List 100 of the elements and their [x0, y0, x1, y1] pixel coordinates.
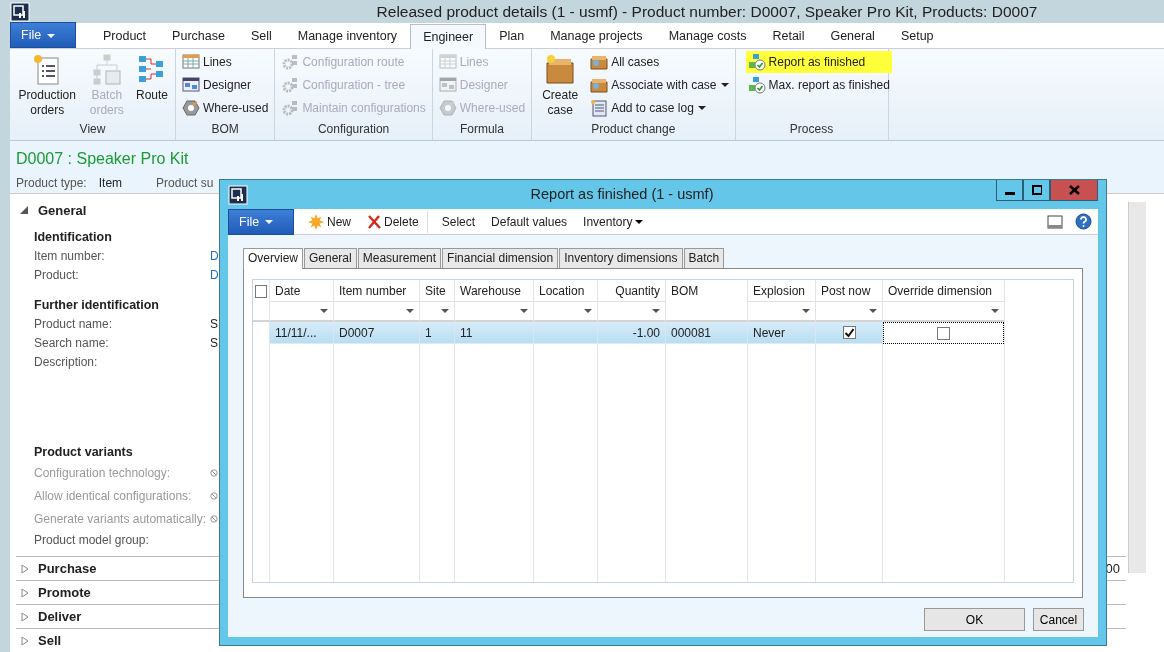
layout-icon[interactable] — [1047, 214, 1063, 229]
table-cell: 11/11/... — [270, 322, 333, 344]
ribbon-tab[interactable]: Product — [90, 23, 160, 49]
hexagon-icon — [182, 99, 200, 118]
filter-dropdown-icon[interactable] — [869, 309, 877, 313]
checkbox[interactable] — [842, 326, 856, 339]
ribbon-button[interactable]: Where-used — [180, 97, 271, 120]
toolbar-button[interactable]: Default values — [483, 210, 576, 233]
table-cell: -1.00 — [598, 322, 665, 344]
disabled-checkbox-icon — [210, 491, 218, 500]
ribbon-tab[interactable]: Retail — [759, 23, 818, 49]
tab[interactable]: General — [304, 248, 357, 268]
filter-dropdown-icon[interactable] — [406, 309, 414, 313]
folder-icon — [590, 76, 609, 95]
section-header[interactable]: General — [38, 200, 87, 220]
field-label: Configuration technology: — [34, 464, 172, 482]
file-menu-button[interactable]: File — [228, 208, 294, 235]
minimize-button[interactable] — [996, 180, 1023, 201]
filter-dropdown-icon[interactable] — [802, 309, 810, 313]
scrollbar[interactable] — [1128, 202, 1146, 574]
filter-dropdown-icon[interactable] — [520, 309, 528, 313]
ribbon-button[interactable]: Create case — [536, 51, 585, 121]
checkbox[interactable] — [937, 326, 950, 340]
group-label: Formula — [458, 121, 505, 139]
section-header[interactable]: Promote — [38, 583, 91, 603]
ok-button[interactable]: OK — [924, 608, 1025, 631]
toolbar-button[interactable]: Select — [433, 210, 484, 233]
dialog-title: Report as finished (1 - usmf) — [529, 184, 715, 204]
ribbon-button[interactable]: Associate with case — [588, 74, 731, 97]
ribbon-button[interactable]: Max. report as finished — [745, 74, 892, 97]
hierarchy-icon — [90, 53, 123, 86]
section-header[interactable]: Deliver — [38, 607, 82, 627]
maximize-button[interactable] — [1023, 180, 1050, 201]
table-cell: 1 — [420, 322, 454, 344]
ribbon-button[interactable]: Designer — [180, 74, 271, 97]
toolbar-menu-button[interactable]: Inventory — [575, 210, 652, 233]
filter-dropdown-icon[interactable] — [652, 309, 660, 313]
toolbar-button[interactable]: Delete — [359, 210, 428, 233]
field-value: S — [210, 334, 218, 352]
ribbon-tab[interactable]: Purchase — [159, 23, 238, 49]
tab[interactable]: Financial dimension — [442, 248, 559, 268]
checkmark-icon — [747, 53, 766, 72]
ribbon-button[interactable]: Report as finished — [745, 51, 892, 74]
ribbon-tab[interactable]: Engineer — [410, 24, 487, 50]
section-header[interactable]: Sell — [38, 631, 62, 651]
tab[interactable]: Batch — [683, 248, 725, 268]
field-link[interactable]: D — [210, 265, 219, 284]
toolbar-button[interactable]: New — [300, 210, 359, 233]
tab[interactable]: Inventory dimensions — [559, 248, 683, 268]
filter-dropdown-icon[interactable] — [441, 309, 449, 313]
close-button[interactable] — [1050, 180, 1098, 201]
filter-dropdown-icon[interactable] — [320, 309, 328, 313]
gear-icon — [281, 53, 300, 72]
tab[interactable]: Overview — [243, 248, 303, 269]
star-icon — [308, 213, 324, 230]
ribbon-button[interactable]: Production orders — [14, 51, 81, 121]
ribbon-tab[interactable]: General — [817, 23, 888, 49]
table-cell: D0007 — [334, 322, 419, 344]
field-value: Item — [98, 175, 123, 193]
close-icon — [1068, 185, 1080, 195]
window-title: Released product details (1 - usmf) - Product number: D0007, Speaker Pro Kit, Products: D0007 — [375, 2, 1039, 22]
app-logo-icon — [10, 1, 30, 22]
ribbon-tab[interactable]: Manage projects — [537, 23, 656, 49]
field-label: Product su — [156, 175, 214, 193]
maximize-icon — [1031, 185, 1042, 195]
ribbon-tab[interactable]: Setup — [887, 23, 947, 49]
table-cell: 11 — [455, 322, 533, 344]
app-logo-icon — [228, 184, 248, 205]
ribbon-tab[interactable]: Sell — [237, 23, 285, 49]
tab[interactable]: Measurement — [357, 248, 442, 268]
group-label: Process — [788, 121, 835, 139]
ribbon-tab[interactable]: Plan — [486, 23, 538, 49]
help-icon[interactable] — [1075, 213, 1092, 230]
section-header[interactable]: Purchase — [38, 559, 97, 579]
table-cell: 000081 — [666, 322, 747, 344]
cancel-button[interactable]: Cancel — [1033, 608, 1084, 631]
ribbon-button[interactable]: All cases — [588, 51, 731, 74]
ribbon-tab[interactable]: Manage inventory — [284, 23, 411, 49]
field-label: Search name: — [34, 334, 110, 352]
field-label: Generate variants automatically: — [34, 510, 208, 528]
field-label: Product name: — [34, 315, 114, 333]
file-menu-button[interactable]: File — [10, 22, 76, 49]
group-label: Product change — [590, 121, 677, 139]
ribbon-tab[interactable]: Manage costs — [655, 23, 760, 49]
field-label: Description: — [34, 353, 99, 371]
ribbon-button[interactable]: Route — [132, 51, 171, 121]
field-label: Product: — [34, 266, 80, 284]
ribbon-button[interactable]: Lines — [180, 51, 271, 74]
filter-dropdown-icon[interactable] — [584, 309, 592, 313]
checkmark-icon — [747, 76, 766, 95]
ribbon-button[interactable]: Add to case log — [588, 97, 731, 120]
group-label: View — [78, 121, 107, 139]
field-label: Product type: — [16, 175, 87, 193]
field-link[interactable]: D — [210, 246, 219, 265]
window-icon — [182, 76, 200, 95]
group-heading: Further identification — [33, 297, 159, 315]
checkmark-icon — [843, 327, 855, 338]
select-all-checkbox[interactable] — [255, 284, 267, 298]
filter-dropdown-icon[interactable] — [991, 309, 999, 313]
grid-icon — [182, 53, 200, 72]
